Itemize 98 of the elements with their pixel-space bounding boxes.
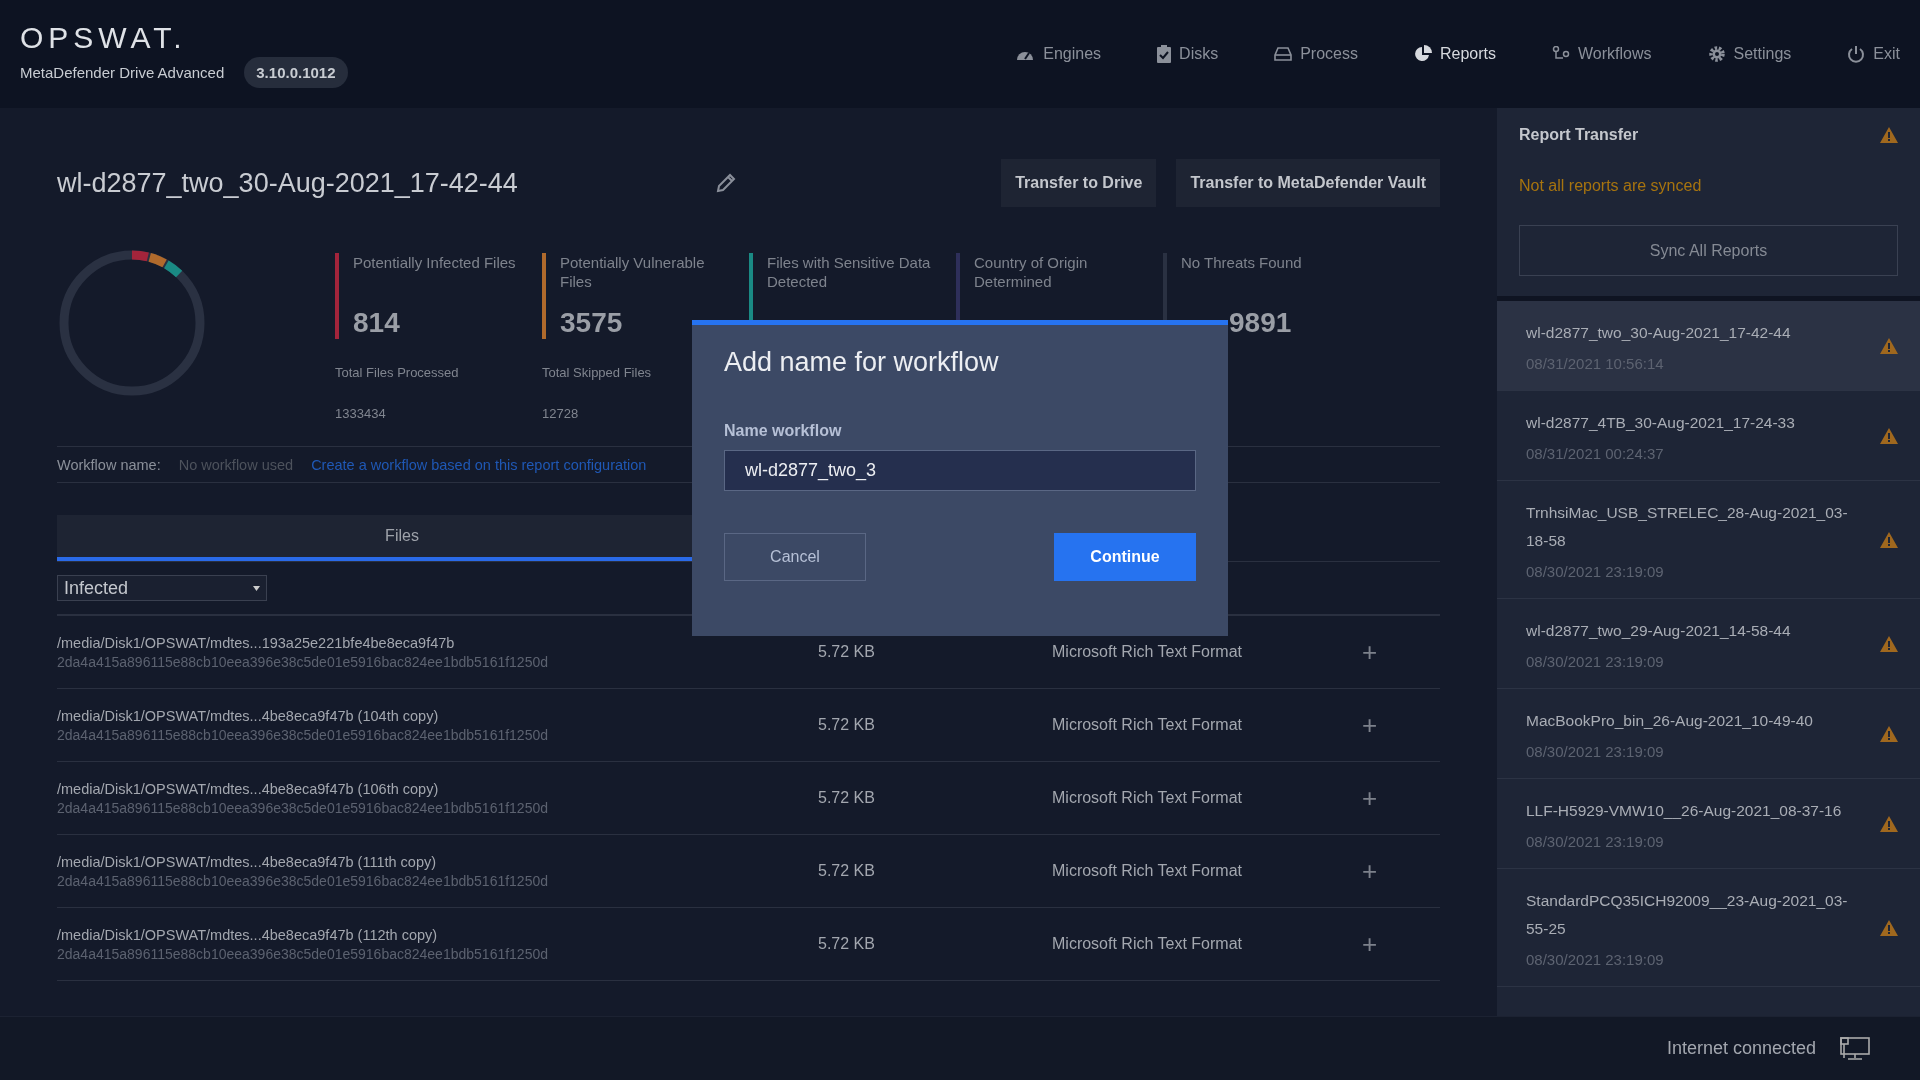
report-title: wl-d2877_two_30-Aug-2021_17-42-44 (57, 167, 519, 199)
sync-button[interactable]: Sync All Reports (1519, 225, 1898, 276)
connection-status: Internet connected (1666, 1038, 1816, 1059)
report-name: wl-d2877_two_29-Aug-2021_14-58-44 (1526, 621, 1792, 641)
report-item[interactable]: TrnhsiMac_USB_STRELEC_28-Aug-2021_03-18-58 08/30/2021 23:19:09 (1497, 481, 1920, 599)
report-name: wl-d2877_4TB_30-Aug-2021_17-24-33 (1526, 413, 1796, 433)
workflow-name-field[interactable]: wl-d2877_two_3 (724, 450, 1196, 491)
stat-value: 9891 (1228, 307, 1293, 339)
file-path: /media/Disk1/OPSWAT/mdtes...4be8eca9f47b (106th copy) (57, 780, 440, 797)
transfer-button[interactable]: Transfer to MetaDefender Vault (1176, 159, 1440, 207)
stat-label: Potentially Infected Files (353, 253, 517, 272)
cancel-button[interactable]: Cancel (724, 533, 866, 581)
report-item[interactable]: LLF-H5929-VMW10__26-Aug-2021_08-37-16 08/30/2021 23:19:09 (1497, 779, 1920, 869)
monitor-icon (1840, 1036, 1870, 1061)
stat-value: 814 (353, 307, 401, 339)
file-size: 5.72 KB (818, 789, 876, 807)
dialog-title: Add name for workflow (724, 347, 1000, 378)
nav-item[interactable]: Engines (959, 45, 1102, 63)
expand-button[interactable]: + (1362, 636, 1378, 668)
report-name: LLF-H5929-VMW10__26-Aug-2021_08-37-16 (1526, 801, 1843, 821)
file-hash: 2da4a415a896115e88cb10eea396e38c5de01e5916bac824ee1bdb5161f1250d (57, 726, 550, 743)
version-badge: 3.10.0.1012 (244, 56, 348, 88)
nav-item[interactable]: Process (1218, 45, 1358, 63)
pencil-icon[interactable] (715, 172, 737, 194)
logo: OPSWAT. (20, 20, 188, 55)
nav-item[interactable]: Reports (1358, 45, 1496, 63)
file-size: 5.72 KB (818, 935, 876, 953)
field-label: Name workflow (724, 422, 843, 440)
warning-icon (1880, 815, 1898, 832)
report-date: 08/30/2021 23:19:09 (1526, 951, 1665, 968)
report-date: 08/31/2021 00:24:37 (1526, 445, 1665, 462)
file-path: /media/Disk1/OPSWAT/mdtes...4be8eca9f47b (111th copy) (57, 853, 438, 870)
warning-icon (1880, 531, 1898, 548)
report-date: 08/30/2021 23:19:09 (1526, 743, 1665, 760)
stat-value: 3575 (560, 307, 624, 339)
warning-icon (1880, 337, 1898, 354)
report-date: 08/30/2021 23:19:09 (1526, 563, 1665, 580)
product-name: MetaDefender Drive Advanced (20, 63, 225, 81)
stat-label: Country of Origin Determined (974, 253, 1089, 291)
nav-item[interactable]: Disks (1101, 45, 1219, 63)
report-item[interactable]: StandardPCQ35ICH92009__23-Aug-2021_03-55-25 08/30/2021 23:19:09 (1497, 869, 1920, 987)
drive-icon (1274, 47, 1293, 61)
file-type: Microsoft Rich Text Format (1052, 716, 1243, 734)
file-path: /media/Disk1/OPSWAT/mdtes...4be8eca9f47b (104th copy) (57, 707, 440, 724)
expand-button[interactable]: + (1362, 928, 1378, 960)
expand-button[interactable]: + (1362, 855, 1378, 887)
stat-label: Files with Sensitive Data Detected (767, 253, 932, 291)
warning-icon (1880, 127, 1898, 143)
nav-item[interactable]: Workflows (1496, 45, 1652, 63)
continue-button[interactable]: Continue (1054, 533, 1196, 581)
total-label: Total Files Processed (335, 365, 460, 380)
report-item[interactable]: wl-d2877_4TB_30-Aug-2021_17-24-33 08/31/2021 00:24:37 (1497, 391, 1920, 481)
report-name: StandardPCQ35ICH92009__23-Aug-2021_03-55-25 (1526, 891, 1849, 939)
file-size: 5.72 KB (818, 643, 876, 661)
expand-button[interactable]: + (1362, 709, 1378, 741)
nodes-icon (1552, 46, 1570, 62)
total-value: 12728 (542, 406, 580, 421)
settings-icon (1707, 45, 1726, 63)
filter-dropdown[interactable]: Infected (57, 575, 267, 601)
file-hash: 2da4a415a896115e88cb10eea396e38c5de01e5916bac824ee1bdb5161f1250d (57, 799, 550, 816)
pie-chart-icon (1414, 45, 1432, 63)
report-item[interactable]: wl-d2877_two_29-Aug-2021_14-58-44 08/30/2021 23:19:09 (1497, 599, 1920, 689)
file-size: 5.72 KB (818, 716, 876, 734)
report-date: 08/30/2021 23:19:09 (1526, 653, 1665, 670)
report-item[interactable]: MacBookPro_bin_26-Aug-2021_10-49-40 08/30/2021 23:19:09 (1497, 689, 1920, 779)
file-path: /media/Disk1/OPSWAT/mdtes...4be8eca9f47b (112th copy) (57, 926, 439, 943)
nav-item[interactable]: Exit (1791, 45, 1900, 63)
file-type: Microsoft Rich Text Format (1052, 643, 1243, 661)
report-name: wl-d2877_two_30-Aug-2021_17-42-44 (1526, 323, 1792, 343)
clipboard-icon (1157, 45, 1172, 63)
report-date: 08/30/2021 23:19:09 (1526, 833, 1665, 850)
file-type: Microsoft Rich Text Format (1052, 789, 1243, 807)
total-value: 1333434 (335, 406, 387, 421)
file-type: Microsoft Rich Text Format (1052, 935, 1243, 953)
warning-icon (1880, 919, 1898, 936)
report-name: TrnhsiMac_USB_STRELEC_28-Aug-2021_03-18-58 (1526, 503, 1849, 551)
workflow-label: Workflow name: (57, 456, 161, 473)
panel-title: Report Transfer (1519, 126, 1639, 144)
transfer-button[interactable]: Transfer to Drive (1001, 159, 1157, 207)
file-size: 5.72 KB (818, 862, 876, 880)
file-hash: 2da4a415a896115e88cb10eea396e38c5de01e5916bac824ee1bdb5161f1250d (57, 945, 550, 962)
report-name: MacBookPro_bin_26-Aug-2021_10-49-40 (1526, 711, 1814, 731)
file-type: Microsoft Rich Text Format (1052, 862, 1243, 880)
caret-icon (253, 585, 260, 591)
workflow-value: No workflow used (178, 456, 294, 473)
warning-icon (1880, 635, 1898, 652)
stat-label: Potentially Vulnerable Files (560, 253, 706, 291)
expand-button[interactable]: + (1362, 782, 1378, 814)
warning-icon (1880, 725, 1898, 742)
total-label: Total Skipped Files (542, 365, 653, 380)
nav-item[interactable]: Settings (1651, 45, 1792, 63)
stat-label: No Threats Found (1181, 253, 1303, 272)
power-icon (1847, 45, 1866, 63)
file-hash: 2da4a415a896115e88cb10eea396e38c5de01e5916bac824ee1bdb5161f1250d (57, 653, 550, 670)
file-hash: 2da4a415a896115e88cb10eea396e38c5de01e5916bac824ee1bdb5161f1250d (57, 872, 550, 889)
file-path: /media/Disk1/OPSWAT/mdtes...193a25e221bfe4be8eca9f47b (57, 634, 456, 651)
warning-icon (1880, 427, 1898, 444)
sync-status: Not all reports are synced (1519, 177, 1703, 195)
